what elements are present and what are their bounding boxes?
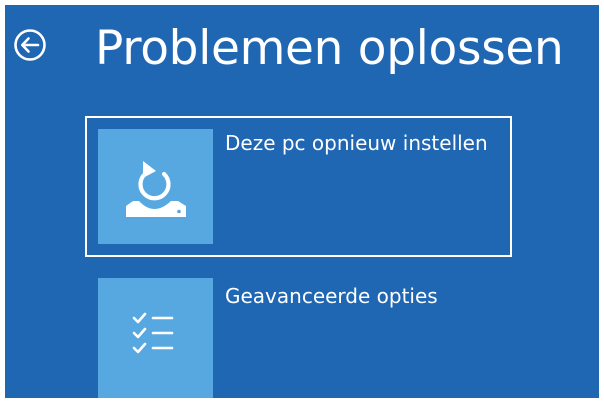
advanced-options-option[interactable]: Geavanceerde opties bbox=[87, 274, 510, 398]
checklist-icon bbox=[132, 312, 174, 354]
reset-pc-label: Deze pc opnieuw instellen bbox=[225, 131, 488, 155]
back-button[interactable] bbox=[13, 28, 47, 62]
reset-pc-icon-tile bbox=[98, 129, 213, 244]
back-arrow-circle-icon bbox=[14, 29, 46, 61]
page-title: Problemen oplossen bbox=[95, 21, 564, 76]
advanced-options-label: Geavanceerde opties bbox=[225, 284, 438, 308]
reset-pc-option[interactable]: Deze pc opnieuw instellen bbox=[85, 116, 512, 257]
recovery-screen: Problemen oplossen Deze pc opnieuw inste… bbox=[5, 5, 599, 398]
advanced-options-icon-tile bbox=[98, 278, 213, 398]
reset-pc-icon bbox=[126, 161, 186, 217]
